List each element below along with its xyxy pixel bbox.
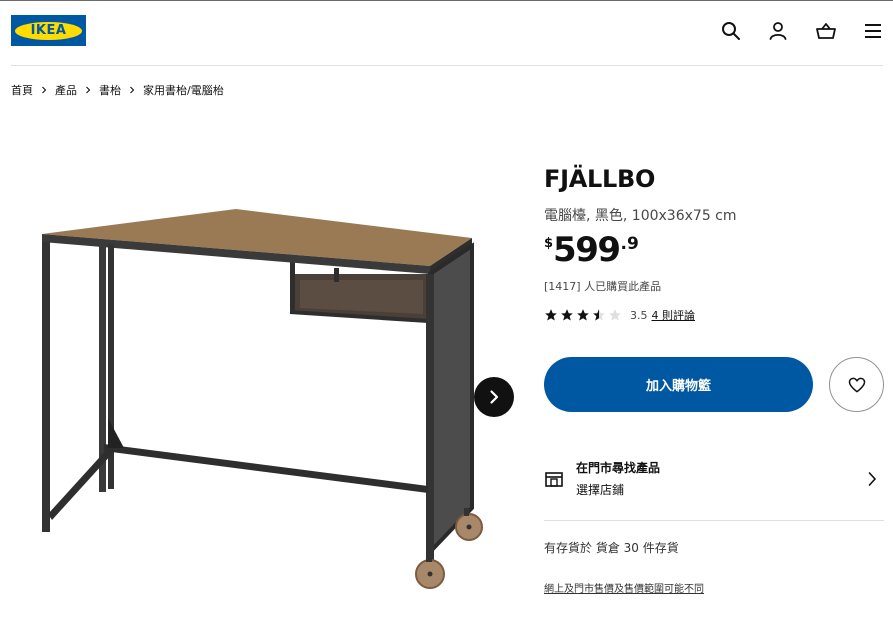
product-name: FJÄLLBO xyxy=(544,165,656,193)
product-image[interactable] xyxy=(28,196,488,596)
select-store-label: 選擇店鋪 xyxy=(576,483,625,497)
star-icon xyxy=(560,308,574,322)
breadcrumb: 首頁 產品 書枱 家用書枱/電腦枱 xyxy=(11,82,224,98)
chevron-right-icon xyxy=(121,82,143,98)
store-icon xyxy=(544,470,564,488)
next-image-button[interactable] xyxy=(474,377,514,417)
chevron-right-icon xyxy=(865,470,879,488)
product-info: FJÄLLBO 電腦檯, 黑色, 100x36x75 cm $599.9 [14… xyxy=(544,0,884,640)
chevron-right-icon xyxy=(77,82,99,98)
breadcrumb-item-products[interactable]: 產品 xyxy=(55,82,77,98)
star-icon xyxy=(544,308,558,322)
price-currency: $ xyxy=(544,236,554,251)
buyers-count: [1417] 人已購買此產品 xyxy=(544,280,662,293)
reviews-link[interactable]: 4 則評論 xyxy=(652,307,696,323)
price-disclaimer-link[interactable]: 網上及門市售價及售價範圍可能不同 xyxy=(544,580,704,595)
chevron-right-icon xyxy=(33,82,55,98)
product-price: $599.9 xyxy=(544,230,639,270)
chevron-right-icon xyxy=(490,390,499,404)
price-decimal: .9 xyxy=(620,234,639,254)
empty-star-icon xyxy=(608,308,622,322)
breadcrumb-item-home[interactable]: 首頁 xyxy=(11,82,33,98)
half-star-icon xyxy=(592,308,606,322)
price-integer: 599 xyxy=(553,230,621,270)
section-divider xyxy=(544,520,884,521)
breadcrumb-item-desks[interactable]: 書枱 xyxy=(99,82,121,98)
ikea-logo[interactable]: IKEA xyxy=(11,15,86,46)
star-icon xyxy=(576,308,590,322)
logo-wordmark: IKEA xyxy=(15,21,82,40)
breadcrumb-item-computer-desks[interactable]: 家用書枱/電腦枱 xyxy=(143,82,224,98)
rating-stars[interactable] xyxy=(544,308,622,322)
rating-score: 3.5 xyxy=(630,308,648,322)
wishlist-button[interactable] xyxy=(829,357,884,412)
stock-status: 有存貨於 貨倉 30 件存貨 xyxy=(544,541,679,555)
add-to-cart-button[interactable]: 加入購物籃 xyxy=(544,357,813,412)
find-in-store-row[interactable]: 在門市尋找產品 選擇店鋪 xyxy=(544,450,884,506)
heart-icon xyxy=(848,377,865,392)
rating-row: 3.5 4 則評論 xyxy=(544,306,695,324)
product-description: 電腦檯, 黑色, 100x36x75 cm xyxy=(544,208,737,224)
find-in-store-title: 在門市尋找產品 xyxy=(576,461,661,475)
